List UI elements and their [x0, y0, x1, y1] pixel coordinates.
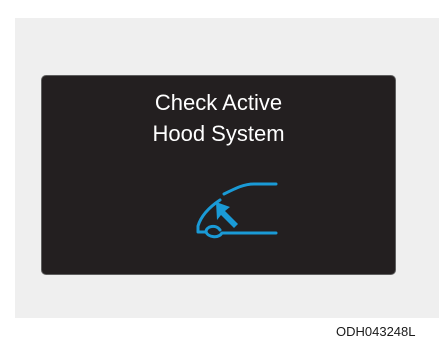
- cluster-display-panel: Check Active Hood System: [41, 75, 396, 275]
- warning-message-line-1: Check Active: [154, 90, 283, 115]
- warning-message-line-2: Hood System: [152, 121, 285, 146]
- image-code-label: ODH043248L: [336, 324, 416, 339]
- warning-message: Check Active Hood System: [42, 87, 395, 149]
- active-hood-warning-icon: [196, 182, 278, 239]
